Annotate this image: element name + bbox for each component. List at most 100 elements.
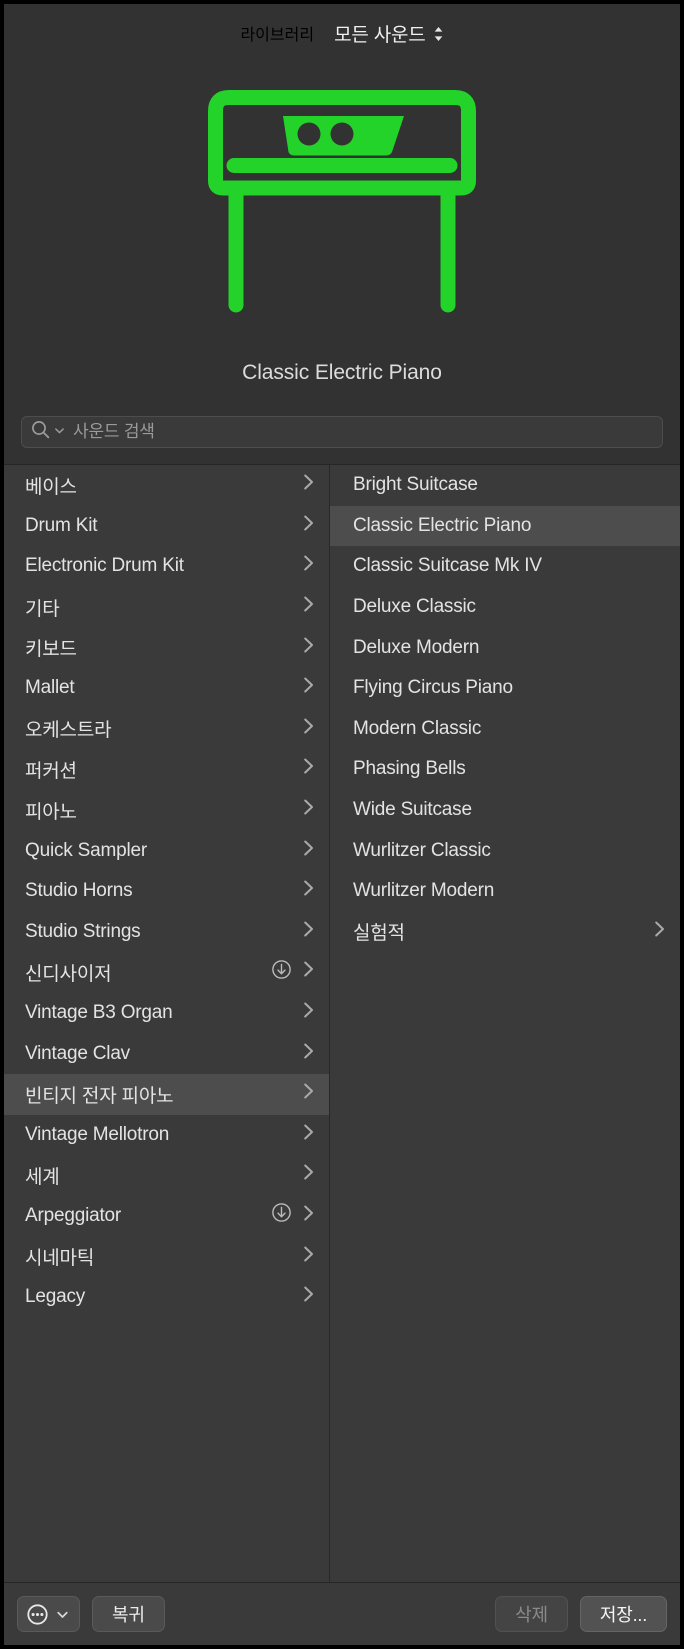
download-icon[interactable] (271, 959, 292, 986)
chevron-right-icon (302, 594, 315, 620)
library-browser-window: 라이브러리 모든 사운드 Classic Electric Piano 사운드 … (0, 0, 684, 1649)
chevron-down-icon (56, 1608, 69, 1621)
category-row[interactable]: 세계 (4, 1155, 329, 1196)
chevron-right-icon (302, 919, 315, 945)
library-label: 라이브러리 (240, 27, 315, 44)
chevron-right-icon (302, 959, 315, 985)
category-label: Legacy (25, 1286, 86, 1308)
patch-label: Modern Classic (353, 717, 482, 739)
category-label: Vintage B3 Organ (25, 1002, 173, 1024)
chevron-right-icon (302, 1081, 315, 1107)
category-row[interactable]: Vintage Clav (4, 1033, 329, 1074)
category-label: 퍼커션 (25, 760, 77, 782)
category-row[interactable]: Quick Sampler (4, 830, 329, 871)
category-label: Studio Strings (25, 920, 141, 942)
category-label: Mallet (25, 677, 75, 699)
chevron-right-icon (302, 1284, 315, 1310)
chevron-right-icon (302, 756, 315, 782)
patch-row[interactable]: Modern Classic (330, 709, 680, 750)
category-label: 시네마틱 (25, 1248, 95, 1270)
category-row[interactable]: Drum Kit (4, 506, 329, 547)
category-row[interactable]: Electronic Drum Kit (4, 546, 329, 587)
category-label: Arpeggiator (25, 1204, 122, 1226)
category-row[interactable]: Mallet (4, 668, 329, 709)
patch-row[interactable]: Wide Suitcase (330, 790, 680, 831)
category-row[interactable]: Studio Strings (4, 912, 329, 953)
chevron-right-icon (302, 1203, 315, 1229)
chevron-right-icon (653, 919, 666, 945)
chevron-right-icon (302, 716, 315, 742)
category-row[interactable]: 키보드 (4, 627, 329, 668)
category-row[interactable]: 퍼커션 (4, 749, 329, 790)
chevron-right-icon (302, 838, 315, 864)
page-title: Classic Electric Piano (4, 347, 680, 399)
category-label: 세계 (25, 1166, 60, 1188)
all-sounds-label: 모든 사운드 (334, 24, 426, 46)
chevron-right-icon (302, 553, 315, 579)
patch-row[interactable]: Wurlitzer Modern (330, 871, 680, 912)
search-placeholder-text: 사운드 검색 (73, 422, 155, 441)
category-row[interactable]: 오케스트라 (4, 709, 329, 750)
category-label: Electronic Drum Kit (25, 555, 184, 577)
patch-row[interactable]: 실험적 (330, 912, 680, 953)
search-scope-chevron-down-icon[interactable] (54, 423, 65, 441)
delete-button[interactable]: 삭제 (495, 1596, 568, 1632)
category-label: Drum Kit (25, 514, 98, 536)
search-bar: 사운드 검색 (4, 399, 680, 464)
chevron-right-icon (302, 797, 315, 823)
category-label: 기타 (25, 598, 60, 620)
patch-row[interactable]: Phasing Bells (330, 749, 680, 790)
category-label: 키보드 (25, 639, 77, 661)
patch-row[interactable]: Deluxe Classic (330, 587, 680, 628)
patch-row[interactable]: Classic Suitcase Mk IV (330, 546, 680, 587)
category-row[interactable]: 피아노 (4, 790, 329, 831)
search-input[interactable]: 사운드 검색 (21, 415, 663, 448)
chevron-right-icon (302, 472, 315, 498)
patch-label: Deluxe Modern (353, 636, 480, 658)
chevron-right-icon (302, 1041, 315, 1067)
patch-row[interactable]: Bright Suitcase (330, 465, 680, 506)
all-sounds-selector[interactable]: 모든 사운드 (334, 20, 443, 47)
patch-column[interactable]: Bright Suitcase Classic Electric Piano Cla… (330, 465, 680, 1582)
patch-label: Wurlitzer Modern (353, 880, 495, 902)
patch-label: Wurlitzer Classic (353, 839, 491, 861)
patch-row[interactable]: Wurlitzer Classic (330, 830, 680, 871)
header-bar: 라이브러리 모든 사운드 (4, 4, 680, 62)
category-label: Vintage Mellotron (25, 1123, 170, 1145)
chevron-right-icon (302, 878, 315, 904)
category-row[interactable]: Legacy (4, 1277, 329, 1318)
patch-label: Classic Suitcase Mk IV (353, 555, 542, 577)
category-label: 빈티지 전자 피아노 (25, 1085, 174, 1107)
category-label: 오케스트라 (25, 720, 112, 742)
patch-row[interactable]: Classic Electric Piano (330, 505, 680, 547)
category-row[interactable]: 빈티지 전자 피아노 (4, 1073, 329, 1115)
chevron-right-icon (302, 635, 315, 661)
category-row[interactable]: Vintage Mellotron (4, 1115, 329, 1156)
patch-label: Phasing Bells (353, 758, 466, 780)
chevron-right-icon (302, 1162, 315, 1188)
category-row[interactable]: Studio Horns (4, 871, 329, 912)
category-column[interactable]: 베이스 Drum Kit Electronic Drum Kit 기타키보드 Malle… (4, 465, 330, 1582)
patch-label: Classic Electric Piano (353, 514, 532, 536)
category-row[interactable]: Arpeggiator (4, 1196, 329, 1237)
patch-label: Deluxe Classic (353, 596, 476, 618)
category-row[interactable]: 기타 (4, 587, 329, 628)
patch-row[interactable]: Flying Circus Piano (330, 668, 680, 709)
patch-label: Flying Circus Piano (353, 677, 513, 699)
category-row[interactable]: Vintage B3 Organ (4, 993, 329, 1034)
instrument-artwork (4, 62, 680, 347)
category-label: Vintage Clav (25, 1042, 130, 1064)
category-row[interactable]: 시네마틱 (4, 1236, 329, 1277)
category-row[interactable]: 베이스 (4, 465, 329, 506)
patch-row[interactable]: Deluxe Modern (330, 627, 680, 668)
revert-button[interactable]: 복귀 (92, 1596, 165, 1632)
download-icon[interactable] (271, 1202, 292, 1229)
options-menu-button[interactable] (17, 1596, 80, 1632)
electric-piano-icon (206, 89, 478, 321)
chevron-up-down-icon (433, 24, 444, 44)
patch-label: 실험적 (353, 923, 405, 945)
chevron-right-icon (302, 1122, 315, 1148)
save-button[interactable]: 저장... (579, 1596, 667, 1632)
category-label: Studio Horns (25, 880, 133, 902)
category-row[interactable]: 신디사이저 (4, 952, 329, 993)
